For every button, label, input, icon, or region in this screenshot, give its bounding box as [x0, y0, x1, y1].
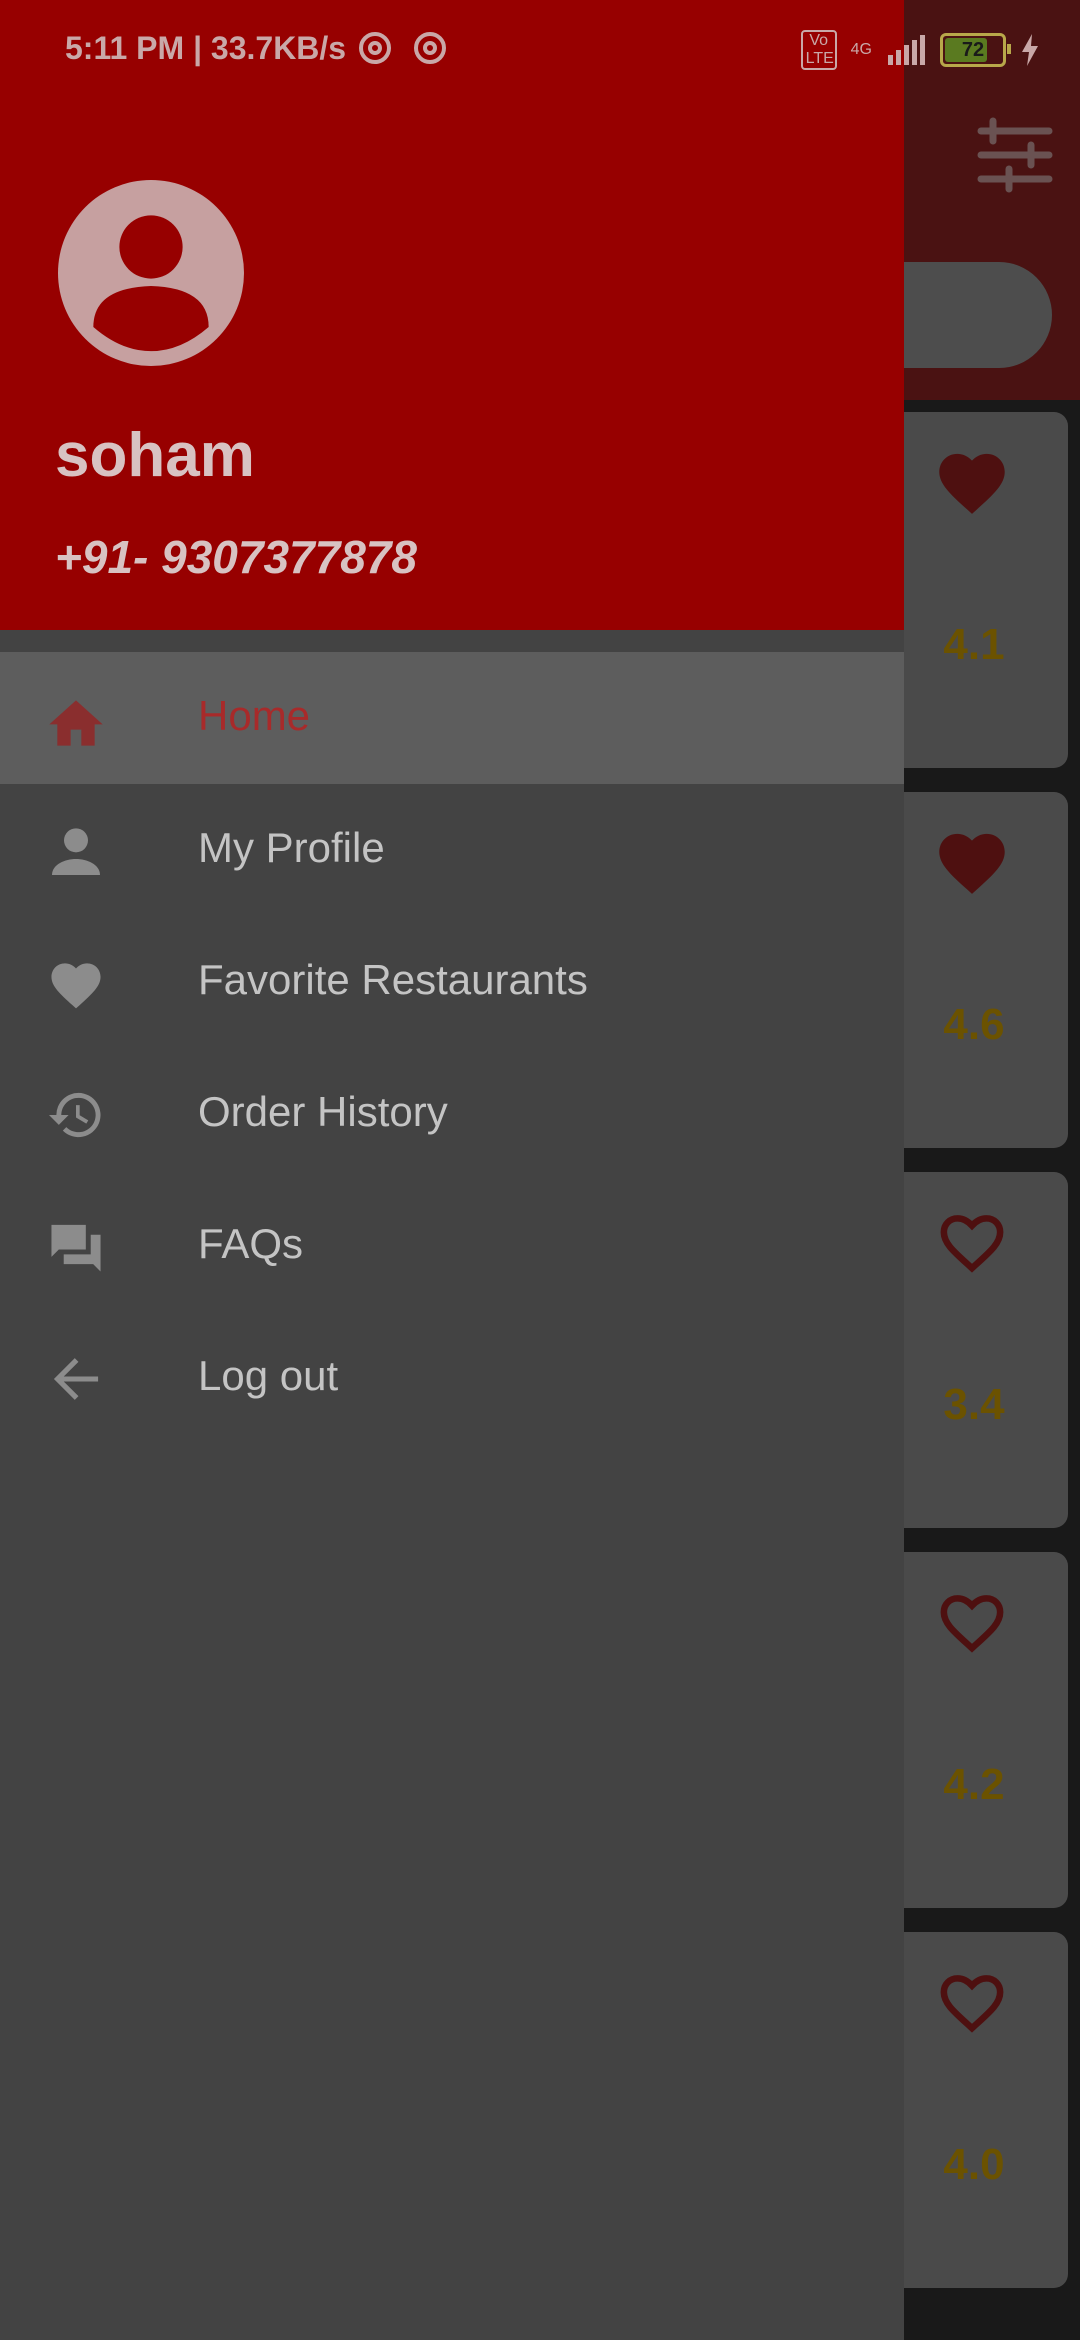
navigation-drawer: soham +91- 9307377878 Home My Profile Fa…: [0, 0, 904, 2340]
at-sign-icon: [359, 32, 391, 64]
rating-text: 4.1: [943, 620, 1005, 669]
rating-text: 3.4: [943, 1380, 1005, 1429]
favorite-heart-outline-icon[interactable]: [932, 1204, 1012, 1276]
history-icon: [49, 1092, 101, 1138]
menu-item-order-history[interactable]: Order History: [0, 1048, 904, 1180]
forum-icon: [51, 1224, 101, 1272]
avatar-icon: [58, 180, 244, 366]
menu-item-favorite-restaurants[interactable]: Favorite Restaurants: [0, 916, 904, 1048]
menu-item-home[interactable]: Home: [0, 652, 904, 784]
favorite-heart-filled-icon[interactable]: [932, 824, 1012, 896]
status-time: 5:11 PM | 33.7KB/s: [65, 30, 347, 66]
search-bar[interactable]: [880, 262, 1052, 368]
rating-text: 4.6: [943, 1000, 1005, 1049]
favorite-heart-outline-icon[interactable]: [932, 1964, 1012, 2036]
menu-item-label: Order History: [198, 1088, 448, 1135]
menu-item-label: My Profile: [198, 824, 385, 871]
restaurant-card[interactable]: 4.1: [880, 412, 1068, 768]
volte-badge: Vo LTE: [800, 30, 837, 70]
favorite-heart-filled-icon[interactable]: [932, 444, 1012, 516]
status-bar: 5:11 PM | 33.7KB/s Vo LTE 4G 72: [0, 0, 1080, 100]
restaurant-card[interactable]: 4.2: [880, 1552, 1068, 1908]
drawer-menu: Home My Profile Favorite Restaurants Ord…: [0, 652, 904, 1444]
person-icon: [52, 828, 100, 875]
user-name: soham: [55, 421, 255, 490]
menu-item-label: FAQs: [198, 1220, 304, 1267]
battery-level: 72: [961, 38, 985, 61]
menu-item-label: Home: [198, 692, 311, 739]
charging-icon: [1022, 34, 1038, 66]
network-type: 4G: [850, 41, 872, 58]
user-phone: +91- 9307377878: [55, 531, 417, 583]
status-notification-icons: [355, 30, 448, 74]
menu-item-label: Log out: [198, 1352, 339, 1399]
restaurant-card[interactable]: 4.0: [880, 1932, 1068, 2288]
rating-text: 4.2: [943, 1760, 1005, 1809]
arrow-back-icon: [53, 1358, 99, 1400]
menu-item-faqs[interactable]: FAQs: [0, 1180, 904, 1312]
restaurant-card[interactable]: 4.6: [880, 792, 1068, 1148]
battery-icon: 72: [940, 33, 1011, 67]
at-sign-icon: [413, 32, 446, 64]
menu-item-log-out[interactable]: Log out: [0, 1312, 904, 1444]
filter-icon[interactable]: [975, 115, 1055, 195]
restaurant-card[interactable]: 3.4: [880, 1172, 1068, 1528]
home-icon: [49, 700, 103, 746]
rating-text: 4.0: [943, 2140, 1005, 2189]
signal-icon: [888, 35, 925, 65]
favorite-heart-outline-icon[interactable]: [932, 1584, 1012, 1656]
heart-icon: [51, 963, 101, 1009]
menu-item-label: Favorite Restaurants: [198, 956, 588, 1003]
menu-item-my-profile[interactable]: My Profile: [0, 784, 904, 916]
